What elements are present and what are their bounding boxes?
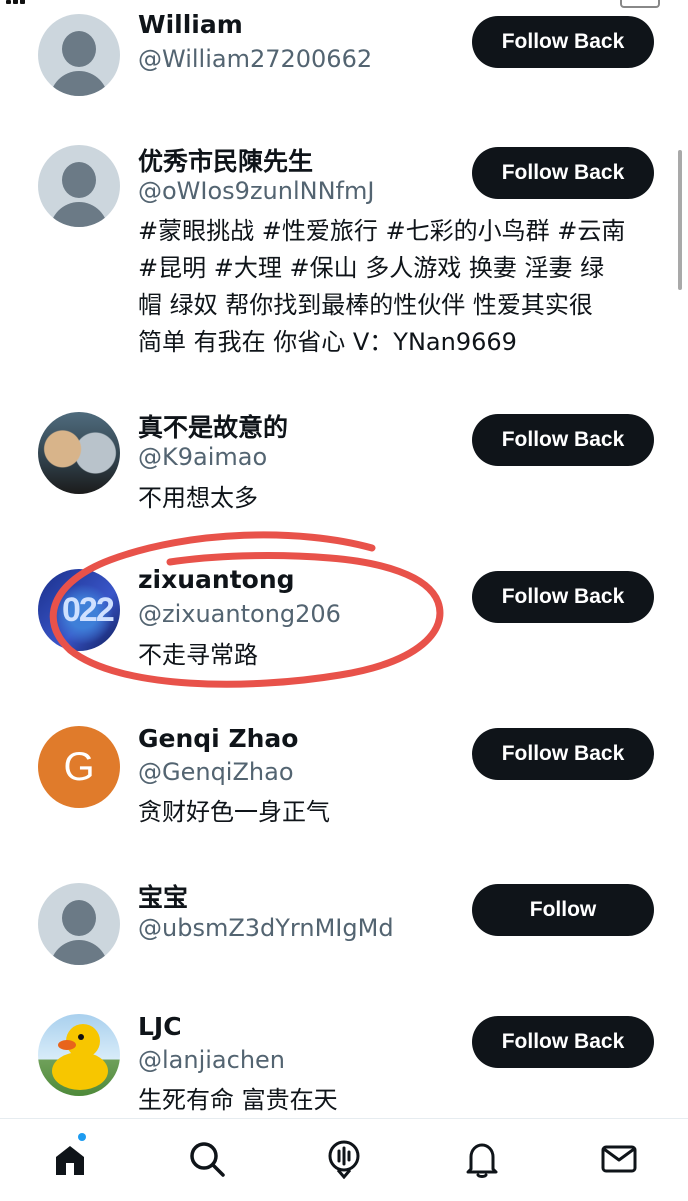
- user-handle: @zixuantong206: [138, 600, 341, 628]
- user-handle: @oWIos9zunlNNfmJ: [138, 177, 375, 205]
- follow-back-button[interactable]: Follow Back: [472, 571, 654, 623]
- scroll-indicator[interactable]: [678, 150, 682, 290]
- follow-back-button[interactable]: Follow Back: [472, 16, 654, 68]
- default-avatar[interactable]: [38, 14, 120, 96]
- list-item[interactable]: LJC @lanjiachen 生死有命 富贵在天 Follow Back: [0, 1002, 688, 1122]
- user-handle: @GenqiZhao: [138, 758, 294, 786]
- user-handle: @ubsmZ3dYrnMIgMd: [138, 914, 394, 942]
- user-name: William: [138, 10, 243, 39]
- home-icon[interactable]: [50, 1139, 90, 1179]
- list-item[interactable]: William @William27200662 Follow Back: [0, 0, 688, 110]
- follow-button[interactable]: Follow: [472, 884, 654, 936]
- user-bio: #蒙眼挑战 #性爱旅行 #七彩的小鸟群 #云南 #昆明 #大理 #保山 多人游戏…: [138, 213, 668, 361]
- follow-back-button[interactable]: Follow Back: [472, 147, 654, 199]
- user-name: 真不是故意的: [138, 413, 289, 442]
- bottom-tab-bar: [0, 1118, 688, 1201]
- search-icon[interactable]: [187, 1139, 227, 1179]
- user-name: Genqi Zhao: [138, 724, 299, 753]
- user-name: 宝宝: [138, 883, 189, 912]
- avatar-text: 022: [62, 591, 115, 629]
- list-item[interactable]: G Genqi Zhao @GenqiZhao 贪财好色一身正气 Follow …: [0, 714, 688, 844]
- follow-back-button[interactable]: Follow Back: [472, 414, 654, 466]
- user-name: 优秀市民陳先生: [138, 147, 314, 176]
- list-item[interactable]: 宝宝 @ubsmZ3dYrnMIgMd Follow: [0, 870, 688, 990]
- user-name: LJC: [138, 1012, 182, 1041]
- list-item[interactable]: 真不是故意的 @K9aimao 不用想太多 Follow Back: [0, 400, 688, 530]
- dogs-photo-avatar[interactable]: [38, 412, 120, 494]
- user-bio: 贪财好色一身正气: [138, 798, 330, 826]
- user-bio: 生死有命 富贵在天: [138, 1086, 338, 1114]
- letter-avatar[interactable]: G: [38, 726, 120, 808]
- spaces-icon[interactable]: [324, 1139, 364, 1180]
- list-item[interactable]: 022 zixuantong @zixuantong206 不走寻常路 Foll…: [0, 557, 688, 687]
- list-item[interactable]: 优秀市民陳先生 @oWIos9zunlNNfmJ #蒙眼挑战 #性爱旅行 #七彩…: [0, 130, 688, 380]
- duck-avatar[interactable]: [38, 1014, 120, 1096]
- avatar-letter: G: [63, 745, 95, 789]
- default-avatar[interactable]: [38, 145, 120, 227]
- bio-line: 简单 有我在 你省心 V：YNan9669: [138, 328, 517, 356]
- messages-icon[interactable]: [599, 1139, 639, 1179]
- user-handle: @lanjiachen: [138, 1046, 286, 1074]
- user-handle: @William27200662: [138, 45, 373, 73]
- follow-back-button[interactable]: Follow Back: [472, 728, 654, 780]
- user-bio: 不用想太多: [138, 484, 258, 512]
- user-bio: 不走寻常路: [138, 641, 258, 669]
- bio-line: #昆明 #大理 #保山 多人游戏 换妻 淫妻 绿: [138, 254, 605, 282]
- follow-back-button[interactable]: Follow Back: [472, 1016, 654, 1068]
- user-name: zixuantong: [138, 565, 295, 594]
- home-notification-dot: [78, 1133, 86, 1141]
- 2022-avatar[interactable]: 022: [38, 569, 120, 651]
- bio-line: #蒙眼挑战 #性爱旅行 #七彩的小鸟群 #云南: [138, 217, 626, 245]
- default-avatar[interactable]: [38, 883, 120, 965]
- bio-line: 帽 绿奴 帮你找到最棒的性伙伴 性爱其实很: [138, 291, 593, 319]
- user-handle: @K9aimao: [138, 443, 268, 471]
- notifications-icon[interactable]: [462, 1139, 502, 1179]
